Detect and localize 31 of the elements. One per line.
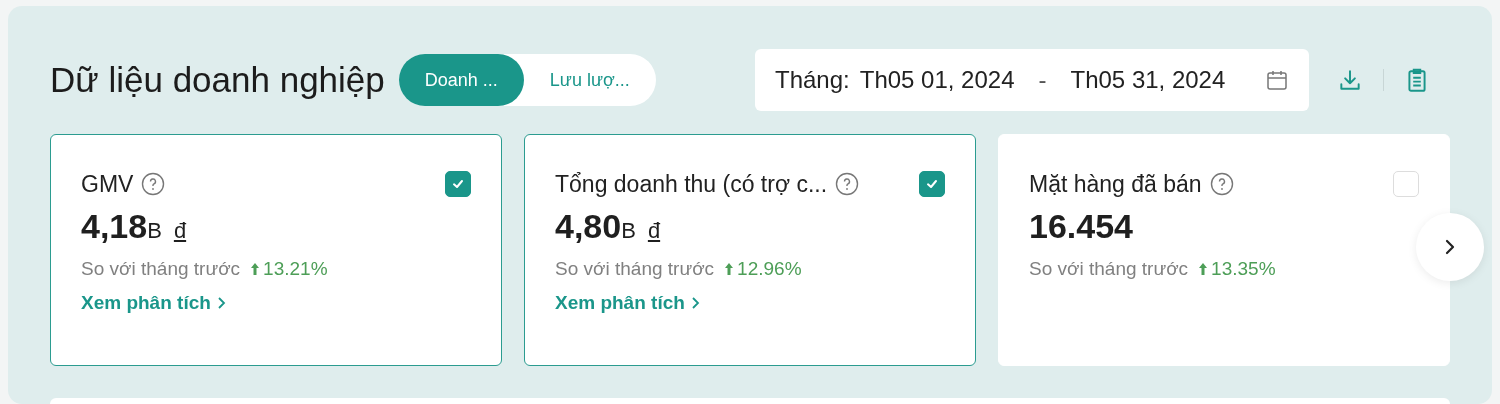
change-value: 13.35% (1211, 258, 1276, 280)
comparison-label: So với tháng trước (1029, 258, 1189, 280)
tab[interactable]: Lưu lượ... (523, 54, 656, 106)
metric-value: 16.454 (1029, 207, 1134, 246)
date-range-field[interactable]: Tháng: Th05 01, 2024 - Th05 31, 2024 (755, 49, 1309, 111)
page-title: Dữ liệu doanh nghiệp (50, 60, 385, 100)
arrow-up-icon (724, 262, 735, 276)
analysis-link[interactable]: Xem phân tích (81, 292, 226, 314)
tab[interactable]: Doanh ... (398, 54, 524, 106)
metric-value: 4,18B đ (81, 207, 188, 246)
chevron-right-icon (690, 296, 700, 310)
comparison-label: So với tháng trước (81, 258, 241, 280)
help-icon[interactable] (141, 172, 166, 196)
checkmark-icon (925, 177, 939, 191)
metric-title: Mặt hàng đã bán (1029, 170, 1202, 198)
change-value: 12.96% (737, 258, 802, 280)
arrow-up-icon (1198, 262, 1209, 276)
help-icon[interactable] (835, 172, 860, 196)
metric-title: GMV (81, 170, 134, 198)
analysis-link[interactable]: Xem phân tích (555, 292, 700, 314)
checkbox[interactable] (445, 171, 471, 197)
arrow-up-icon (250, 262, 261, 276)
help-icon[interactable] (1209, 172, 1234, 196)
chevron-right-icon (216, 296, 226, 310)
change-value: 13.21% (263, 258, 328, 280)
metric-title: Tổng doanh thu (có trợ c... (555, 170, 828, 198)
checkbox[interactable] (919, 171, 945, 197)
comparison-label: So với tháng trước (555, 258, 715, 280)
metric-value: 4,80B đ (555, 207, 662, 246)
calendar-icon (1265, 68, 1289, 92)
checkmark-icon (451, 177, 465, 191)
